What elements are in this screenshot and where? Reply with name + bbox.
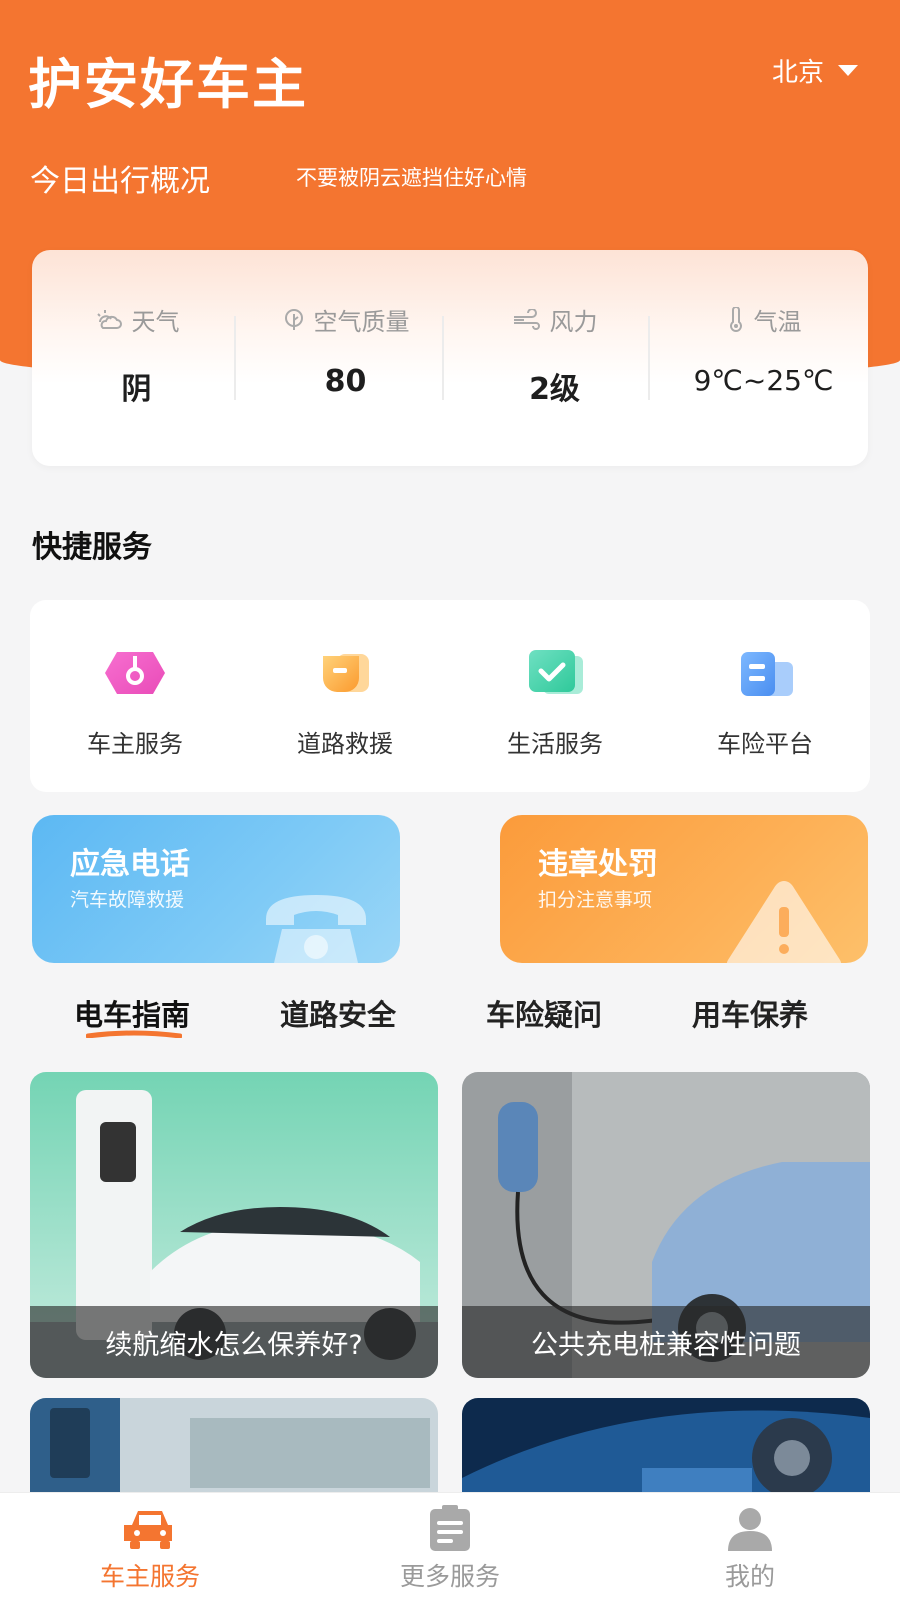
quick-item-label: 车主服务	[87, 730, 183, 758]
article-card[interactable]: 公共充电桩兼容性问题	[462, 1072, 870, 1378]
divider	[442, 316, 444, 400]
owner-service-icon	[105, 652, 165, 694]
divider	[648, 316, 650, 400]
temperature-value: 9℃~25℃	[693, 364, 834, 397]
nav-label: 我的	[724, 1562, 775, 1591]
road-rescue-icon	[323, 654, 369, 692]
quick-services-title: 快捷服务	[32, 530, 152, 565]
air-quality-label: 空气质量	[313, 308, 410, 336]
app-title: 护安好车主	[28, 53, 308, 116]
caret-down-icon	[838, 65, 858, 76]
thermometer-icon	[729, 306, 742, 332]
user-icon	[728, 1508, 772, 1551]
article-card[interactable]: 续航缩水怎么保养好?	[30, 1072, 438, 1378]
nav-owner-service[interactable]: 车主服务	[0, 1493, 300, 1600]
nav-label: 车主服务	[99, 1562, 200, 1591]
weather-value: 阴	[121, 372, 152, 407]
wind-label: 风力	[549, 308, 598, 336]
temperature-label: 气温	[753, 308, 802, 336]
quick-item-label: 生活服务	[507, 730, 603, 758]
cloudy-sun-icon	[96, 309, 122, 329]
tab-road-safety[interactable]: 道路安全	[238, 992, 438, 1034]
city-selector[interactable]: 北京	[772, 52, 858, 89]
today-overview-subtitle: 不要被阴云遮挡住好心情	[296, 166, 527, 190]
clipboard-icon	[430, 1505, 470, 1551]
tab-ev-guide[interactable]: 电车指南	[32, 992, 232, 1034]
tab-active-indicator	[86, 1030, 182, 1038]
banner-subtitle: 扣分注意事项	[538, 889, 653, 911]
telephone-icon	[266, 895, 366, 963]
air-quality-cell: 空气质量 80	[241, 250, 450, 466]
wind-value: 2级	[529, 372, 580, 407]
emergency-call-banner[interactable]: 应急电话 汽车故障救援	[32, 815, 400, 963]
wind-icon	[513, 308, 540, 330]
weather-card: 天气 阴 空气质量 80 风力 2级 气温 9℃~25℃	[32, 250, 868, 466]
banner-subtitle: 汽车故障救援	[70, 889, 185, 911]
leaf-icon	[284, 308, 303, 330]
warning-icon	[726, 881, 842, 963]
city-label: 北京	[771, 58, 824, 88]
tab-insurance-questions[interactable]: 车险疑问	[444, 992, 644, 1034]
today-overview-title: 今日出行概况	[30, 164, 210, 199]
banner-title: 违章处罚	[538, 847, 658, 882]
banner-title: 应急电话	[70, 847, 190, 882]
weather-cell: 天气 阴	[32, 250, 241, 466]
wind-cell: 风力 2级	[450, 250, 659, 466]
quick-item-label: 车险平台	[717, 730, 813, 758]
article-caption: 公共充电桩兼容性问题	[462, 1306, 870, 1378]
insurance-platform-icon	[741, 652, 793, 696]
life-service-icon	[529, 650, 583, 694]
weather-label: 天气	[131, 308, 180, 336]
quick-services-card: 车主服务 道路救援 生活服务 车险平台	[30, 600, 870, 792]
quick-item-insurance-platform[interactable]: 车险平台	[660, 600, 870, 792]
quick-item-owner-service[interactable]: 车主服务	[30, 600, 240, 792]
bottom-navigation: 车主服务 更多服务 我的	[0, 1492, 900, 1600]
tab-car-maintenance[interactable]: 用车保养	[650, 992, 850, 1034]
air-quality-value: 80	[324, 364, 367, 399]
quick-item-road-rescue[interactable]: 道路救援	[240, 600, 450, 792]
divider	[234, 316, 236, 400]
nav-label: 更多服务	[399, 1562, 500, 1591]
temperature-cell: 气温 9℃~25℃	[659, 250, 868, 466]
nav-mine[interactable]: 我的	[600, 1493, 900, 1600]
nav-more-services[interactable]: 更多服务	[300, 1493, 600, 1600]
car-icon	[124, 1511, 172, 1549]
quick-item-life-service[interactable]: 生活服务	[450, 600, 660, 792]
violation-penalty-banner[interactable]: 违章处罚 扣分注意事项	[500, 815, 868, 963]
article-caption: 续航缩水怎么保养好?	[30, 1306, 438, 1378]
quick-item-label: 道路救援	[297, 730, 393, 758]
